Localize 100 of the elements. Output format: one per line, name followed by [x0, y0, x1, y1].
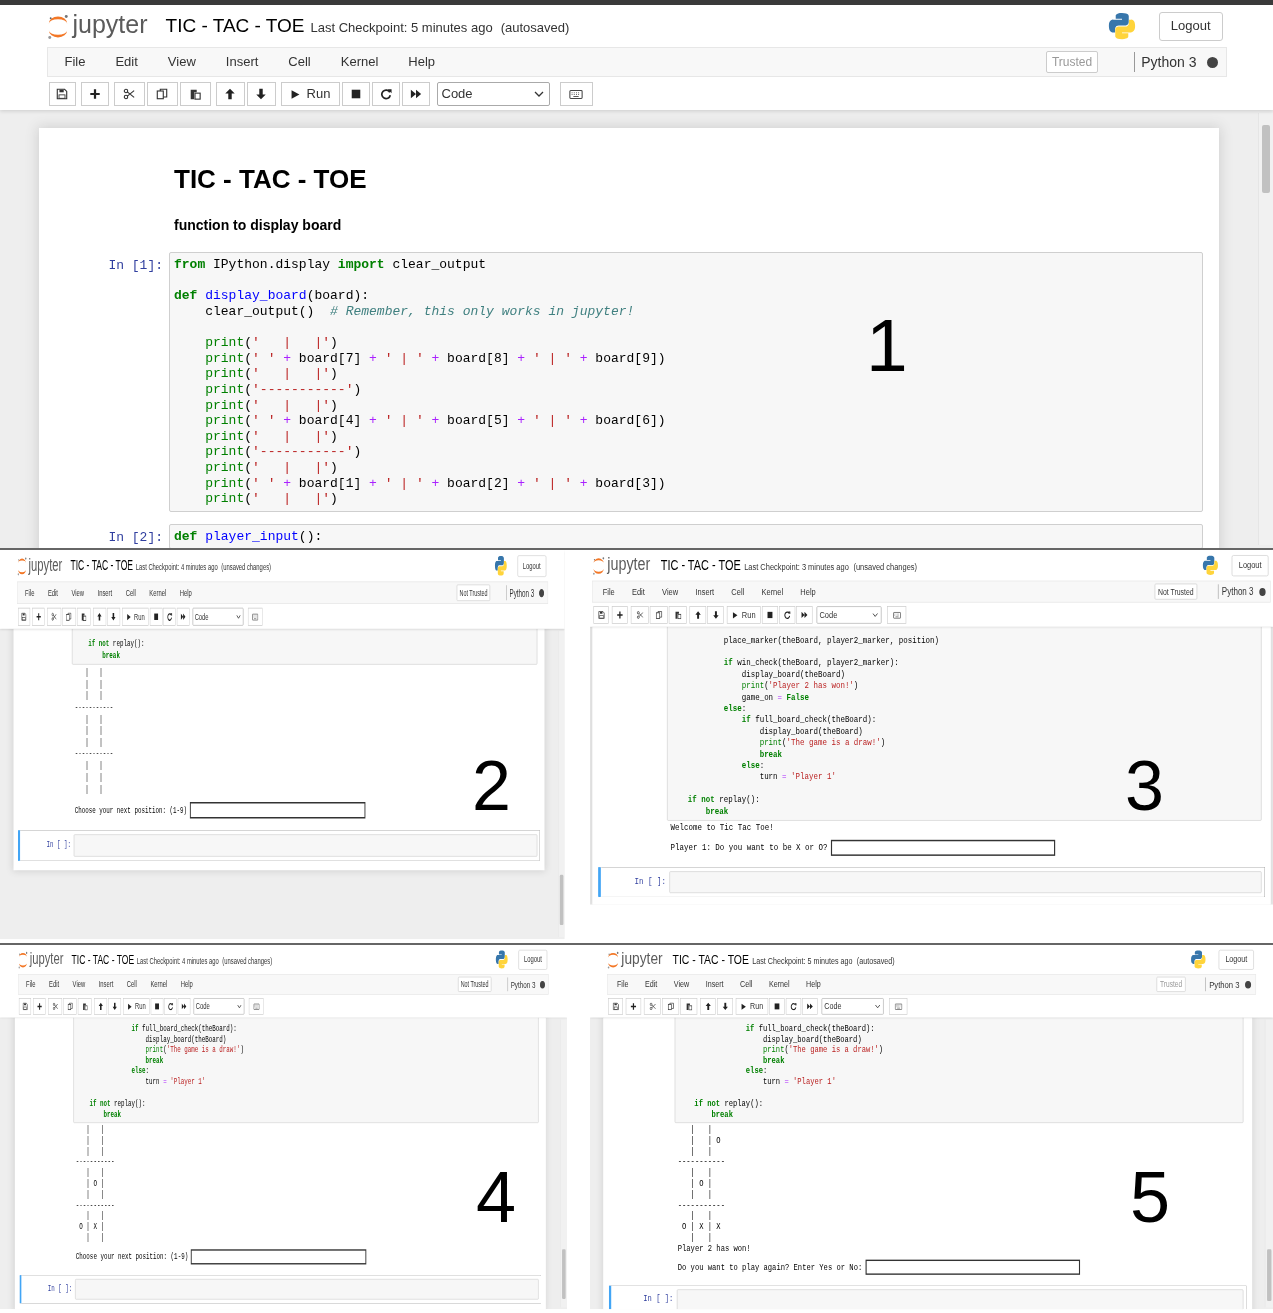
code-cell[interactable]: def player_input(): — [169, 523, 1203, 548]
trust-badge[interactable]: Not Trusted — [1154, 583, 1198, 600]
code-cell[interactable]: if not replay(): break — [72, 628, 538, 665]
menu-item[interactable]: Cell — [731, 977, 761, 992]
menu-item[interactable]: Edit — [623, 584, 654, 599]
menu-item[interactable]: View — [653, 584, 687, 599]
logout-button[interactable]: Logout — [1218, 949, 1254, 970]
menu-item[interactable]: View — [64, 585, 91, 601]
move-down-button[interactable] — [717, 998, 733, 1015]
restart-button[interactable] — [371, 82, 400, 106]
notebook-title[interactable]: TIC - TAC - TOE — [70, 555, 133, 577]
move-down-button[interactable] — [106, 607, 120, 626]
menu-item[interactable]: Cell — [120, 977, 144, 992]
paste-button[interactable] — [668, 606, 687, 624]
app-logo[interactable]: jupyter — [607, 555, 651, 574]
menu-item[interactable]: Kernel — [760, 977, 798, 992]
run-all-button[interactable] — [796, 606, 813, 624]
copy-button[interactable] — [146, 82, 178, 106]
copy-button[interactable] — [63, 998, 77, 1015]
code-cell[interactable] — [676, 1289, 1244, 1310]
menu-item[interactable]: Edit — [42, 977, 66, 992]
cell-type-dropdown[interactable]: Code — [193, 998, 245, 1015]
paste-button[interactable] — [179, 82, 211, 106]
kernel-name[interactable]: Python 3 — [1209, 977, 1240, 992]
code-cell[interactable] — [669, 871, 1262, 894]
cell-type-dropdown[interactable]: Code — [192, 607, 244, 626]
menu-item[interactable]: Cell — [722, 584, 753, 599]
logout-button[interactable]: Logout — [1158, 11, 1223, 41]
add-cell-button[interactable] — [625, 998, 642, 1015]
run-button[interactable]: Run — [726, 606, 761, 624]
menu-item[interactable]: File — [49, 52, 101, 72]
paste-button[interactable] — [77, 998, 92, 1015]
paste-button[interactable] — [76, 607, 91, 626]
menu-item[interactable]: Help — [172, 585, 199, 601]
menu-item[interactable]: Kernel — [143, 977, 175, 992]
copy-button[interactable] — [662, 998, 680, 1015]
stop-button[interactable] — [150, 998, 164, 1015]
copy-button[interactable] — [61, 607, 76, 626]
add-cell-button[interactable] — [32, 607, 45, 626]
keyboard-button[interactable] — [559, 82, 593, 106]
cell-type-dropdown[interactable]: Code — [816, 606, 882, 624]
code-cell[interactable] — [74, 1278, 539, 1300]
menu-item[interactable]: Help — [791, 584, 825, 599]
code-cell[interactable] — [73, 834, 538, 857]
notebook-title[interactable]: TIC - TAC - TOE — [672, 949, 749, 970]
app-logo[interactable]: jupyter — [29, 949, 64, 968]
menu-item[interactable]: View — [665, 977, 698, 992]
menu-item[interactable]: File — [608, 977, 637, 992]
stop-button[interactable] — [769, 998, 785, 1015]
menu-item[interactable]: File — [19, 977, 43, 992]
menu-item[interactable]: Help — [797, 977, 829, 992]
move-up-button[interactable] — [700, 998, 716, 1015]
menu-item[interactable]: Insert — [686, 584, 723, 599]
cut-button[interactable] — [113, 82, 145, 106]
menu-item[interactable]: Kernel — [752, 584, 792, 599]
code-cell[interactable]: if full_board_check(theBoard): display_board(theBoard) print('The game is a draw!') break else: turn = 'Player 1' if not replay(): break — [73, 1017, 539, 1124]
save-button[interactable] — [608, 998, 623, 1015]
move-down-button[interactable] — [707, 606, 724, 624]
answer-field[interactable] — [189, 801, 366, 819]
menu-item[interactable]: Cell — [273, 52, 326, 72]
run-button[interactable]: Run — [123, 998, 150, 1015]
run-all-button[interactable] — [401, 82, 430, 106]
menu-item[interactable]: View — [152, 52, 211, 72]
move-down-button[interactable] — [108, 998, 122, 1015]
menu-item[interactable]: Insert — [90, 585, 119, 601]
logout-button[interactable]: Logout — [517, 554, 547, 577]
save-button[interactable] — [48, 82, 76, 106]
logout-button[interactable]: Logout — [518, 949, 548, 970]
app-logo[interactable]: jupyter — [621, 949, 663, 968]
run-all-button[interactable] — [802, 998, 818, 1015]
stop-button[interactable] — [761, 606, 779, 624]
code-cell[interactable] — [667, 626, 1262, 821]
app-logo[interactable]: jupyter — [28, 555, 63, 574]
notebook-title[interactable]: TIC - TAC - TOE — [71, 949, 135, 970]
app-logo[interactable]: jupyter — [72, 12, 148, 37]
move-up-button[interactable] — [689, 606, 707, 624]
notebook-title[interactable]: TIC - TAC - TOE — [660, 554, 741, 576]
menu-item[interactable]: Kernel — [325, 52, 394, 72]
menu-item[interactable]: Edit — [636, 977, 666, 992]
kernel-name[interactable]: Python 3 — [1141, 51, 1197, 73]
menu-item[interactable]: Help — [393, 52, 451, 72]
code-cell[interactable] — [169, 252, 1203, 512]
stop-button[interactable] — [149, 607, 163, 626]
run-button[interactable]: Run — [122, 607, 149, 626]
stop-button[interactable] — [341, 82, 370, 106]
move-up-button[interactable] — [215, 82, 245, 106]
menu-item[interactable]: Kernel — [142, 585, 173, 601]
restart-button[interactable] — [779, 606, 796, 624]
answer-field[interactable] — [190, 1249, 367, 1265]
cell-type-dropdown[interactable]: Code — [436, 82, 550, 106]
restart-button[interactable] — [164, 998, 177, 1015]
restart-button[interactable] — [163, 607, 176, 626]
scrollbar[interactable] — [1258, 113, 1273, 545]
code-cell[interactable]: if full_board_check(theBoard): display_board(theBoard) print('The game is a draw!') break else: turn = 'Player 1' if not replay(): break — [674, 1017, 1244, 1124]
cell-type-dropdown[interactable]: Code — [821, 998, 884, 1015]
menu-item[interactable]: View — [65, 977, 92, 992]
menu-item[interactable]: Edit — [100, 52, 153, 72]
trust-badge[interactable]: Not Trusted — [457, 976, 492, 992]
add-cell-button[interactable] — [611, 606, 628, 624]
restart-button[interactable] — [785, 998, 802, 1015]
